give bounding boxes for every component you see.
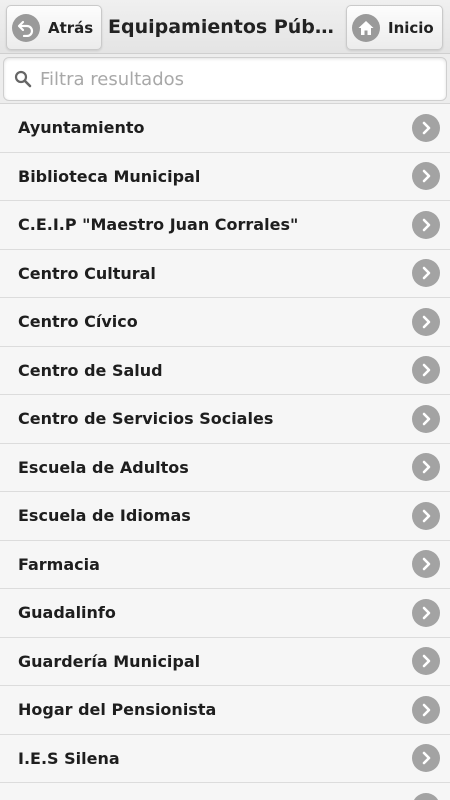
list-item-label: Biblioteca Municipal xyxy=(18,166,201,186)
chevron-right-icon xyxy=(412,550,440,579)
list-item-label: I.E.S Silena xyxy=(18,748,120,768)
list-item[interactable]: Centro Cívico xyxy=(0,298,450,347)
back-button-label: Atrás xyxy=(48,18,94,37)
list-item[interactable]: Guadalinfo xyxy=(0,589,450,638)
page-title: Equipamientos Públicos xyxy=(108,16,340,38)
facility-list: Ayuntamiento Biblioteca Municipal C.E.I.P … xyxy=(0,104,450,800)
home-icon xyxy=(352,13,380,42)
chevron-right-icon xyxy=(412,453,440,482)
list-item-label: Centro de Salud xyxy=(18,360,163,380)
list-item[interactable]: Biblioteca Municipal xyxy=(0,152,450,201)
chevron-right-icon xyxy=(412,404,440,433)
list-item-label: Guardería Municipal xyxy=(18,651,201,671)
chevron-right-icon xyxy=(412,598,440,627)
list-item-label: Escuela de Idiomas xyxy=(18,506,191,526)
list-item-label: Guadalinfo xyxy=(18,603,116,623)
list-item-label: Centro Cultural xyxy=(18,263,156,283)
list-item-label: Farmacia xyxy=(18,554,100,574)
list-item[interactable]: Guardería Municipal xyxy=(0,637,450,686)
search-box[interactable] xyxy=(3,57,447,101)
chevron-right-icon xyxy=(412,210,440,239)
chevron-right-icon xyxy=(412,259,440,288)
list-item[interactable]: Museo xyxy=(0,783,450,800)
list-item-label: Escuela de Adultos xyxy=(18,457,189,477)
list-item-label: Hogar del Pensionista xyxy=(18,700,217,720)
header-bar: Atrás Equipamientos Públicos Inicio xyxy=(0,0,450,54)
list-item-label: Ayuntamiento xyxy=(18,118,145,138)
list-item[interactable]: Farmacia xyxy=(0,540,450,589)
chevron-right-icon xyxy=(412,744,440,773)
list-item[interactable]: C.E.I.P "Maestro Juan Corrales" xyxy=(0,201,450,250)
list-item[interactable]: Ayuntamiento xyxy=(0,104,450,153)
search-input[interactable] xyxy=(40,68,446,90)
back-button[interactable]: Atrás xyxy=(6,5,102,50)
search-bar xyxy=(0,54,450,104)
home-button-label: Inicio xyxy=(388,18,434,37)
chevron-right-icon xyxy=(412,792,440,800)
list-item[interactable]: Escuela de Adultos xyxy=(0,443,450,492)
list-item-label: Centro de Servicios Sociales xyxy=(18,409,274,429)
list-item-label: C.E.I.P "Maestro Juan Corrales" xyxy=(18,215,299,235)
chevron-right-icon xyxy=(412,307,440,336)
list-item[interactable]: Escuela de Idiomas xyxy=(0,492,450,541)
list-item[interactable]: Centro Cultural xyxy=(0,249,450,298)
chevron-right-icon xyxy=(412,113,440,142)
chevron-right-icon xyxy=(412,501,440,530)
home-button[interactable]: Inicio xyxy=(346,5,443,50)
chevron-right-icon xyxy=(412,356,440,385)
list-item[interactable]: Centro de Salud xyxy=(0,346,450,395)
chevron-right-icon xyxy=(412,647,440,676)
chevron-right-icon xyxy=(412,162,440,191)
list-item[interactable]: Hogar del Pensionista xyxy=(0,686,450,735)
list-item[interactable]: I.E.S Silena xyxy=(0,734,450,783)
list-item-label: Centro Cívico xyxy=(18,312,138,332)
search-icon xyxy=(8,64,38,94)
back-arrow-icon xyxy=(12,13,40,42)
chevron-right-icon xyxy=(412,695,440,724)
list-item[interactable]: Centro de Servicios Sociales xyxy=(0,395,450,444)
